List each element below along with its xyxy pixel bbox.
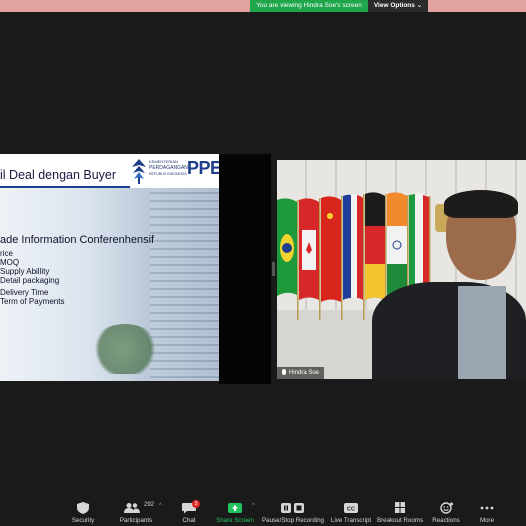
- participants-count: 292: [144, 502, 155, 508]
- tree-image: [90, 324, 160, 374]
- share-screen-icon: [228, 503, 242, 513]
- slide-header: il Deal dengan Buyer KEMENTERIAN PERDAGA…: [0, 154, 219, 188]
- closed-caption-icon: CC: [344, 503, 358, 513]
- logo-text-line3: REPUBLIK INDONESIA: [149, 172, 187, 176]
- security-label: Security: [71, 517, 95, 524]
- chat-button[interactable]: 3 Chat: [172, 496, 206, 526]
- shared-screen: il Deal dengan Buyer KEMENTERIAN PERDAGA…: [0, 154, 219, 384]
- more-button[interactable]: More: [472, 496, 502, 526]
- chat-icon: 3: [181, 500, 200, 514]
- slide-bullet: Supply Abillity: [0, 267, 50, 276]
- building-image: [150, 188, 219, 381]
- zoom-window: You are viewing Hindra Soe's screen View…: [0, 0, 526, 526]
- person-shirt: [458, 286, 506, 379]
- share-caret-icon[interactable]: ^: [252, 503, 255, 509]
- participants-caret-icon[interactable]: ^: [159, 503, 162, 509]
- person-hair: [444, 190, 518, 218]
- breakout-rooms-button[interactable]: Breakout Rooms: [376, 496, 424, 526]
- reactions-button[interactable]: Reactions: [428, 496, 464, 526]
- chat-label: Chat: [182, 517, 196, 524]
- more-label: More: [479, 517, 495, 524]
- participants-icon: [124, 503, 140, 513]
- slide-heading: ade Information Conferenhensif: [0, 234, 155, 246]
- view-options-button[interactable]: View Options ⌄: [368, 0, 428, 12]
- participants-label: Participants: [119, 517, 153, 524]
- logo-text-line1: KEMENTERIAN: [149, 159, 178, 164]
- pause-stop-label: Pause/Stop Recording: [262, 517, 324, 524]
- breakout-rooms-label: Breakout Rooms: [376, 517, 424, 524]
- viewing-screen-banner: You are viewing Hindra Soe's screen: [250, 0, 368, 12]
- meeting-toolbar: Security 292 ^ Participants 3 Chat ^ Sha…: [0, 496, 526, 526]
- pause-stop-icons: [280, 502, 306, 514]
- slide-bullet: MOQ: [0, 258, 20, 267]
- slide-bullet: rice: [0, 249, 13, 258]
- microphone-icon: [282, 369, 286, 375]
- logo-ppe-text: PPE: [187, 158, 219, 178]
- reactions-label: Reactions: [432, 517, 460, 524]
- participant-video[interactable]: Hindra Soe: [277, 160, 526, 379]
- pause-stop-recording-button[interactable]: Pause/Stop Recording: [262, 496, 324, 526]
- screen-letterbox: [219, 154, 271, 384]
- slide-bullet: Term of Payments: [0, 297, 65, 306]
- slide-title: il Deal dengan Buyer: [0, 168, 117, 182]
- share-screen-button[interactable]: ^ Share Screen: [212, 496, 258, 526]
- breakout-rooms-icon: [395, 502, 405, 513]
- split-divider-handle[interactable]: [272, 262, 275, 276]
- ministry-logo: KEMENTERIAN PERDAGANGAN REPUBLIK INDONES…: [129, 156, 219, 186]
- live-transcript-button[interactable]: CC Live Transcript: [330, 496, 372, 526]
- share-screen-label: Share Screen: [216, 517, 254, 524]
- slide-bullet: Detail packaging: [0, 276, 60, 285]
- shield-icon: [77, 502, 89, 514]
- more-dots-icon: [480, 506, 494, 510]
- svg-text:CC: CC: [347, 507, 355, 513]
- participant-person: [372, 190, 526, 379]
- chat-badge: 3: [192, 500, 200, 508]
- live-transcript-label: Live Transcript: [330, 517, 372, 524]
- security-button[interactable]: Security: [62, 496, 104, 526]
- smiley-icon: [440, 502, 453, 514]
- participant-name: Hindra Soe: [289, 370, 320, 376]
- ministry-emblem-icon: [132, 159, 146, 184]
- participant-name-tag: Hindra Soe: [277, 367, 325, 379]
- logo-text-line2: PERDAGANGAN: [149, 165, 188, 171]
- participants-button[interactable]: 292 ^ Participants: [112, 496, 162, 526]
- slide-bullet: Delivery Time: [0, 288, 49, 297]
